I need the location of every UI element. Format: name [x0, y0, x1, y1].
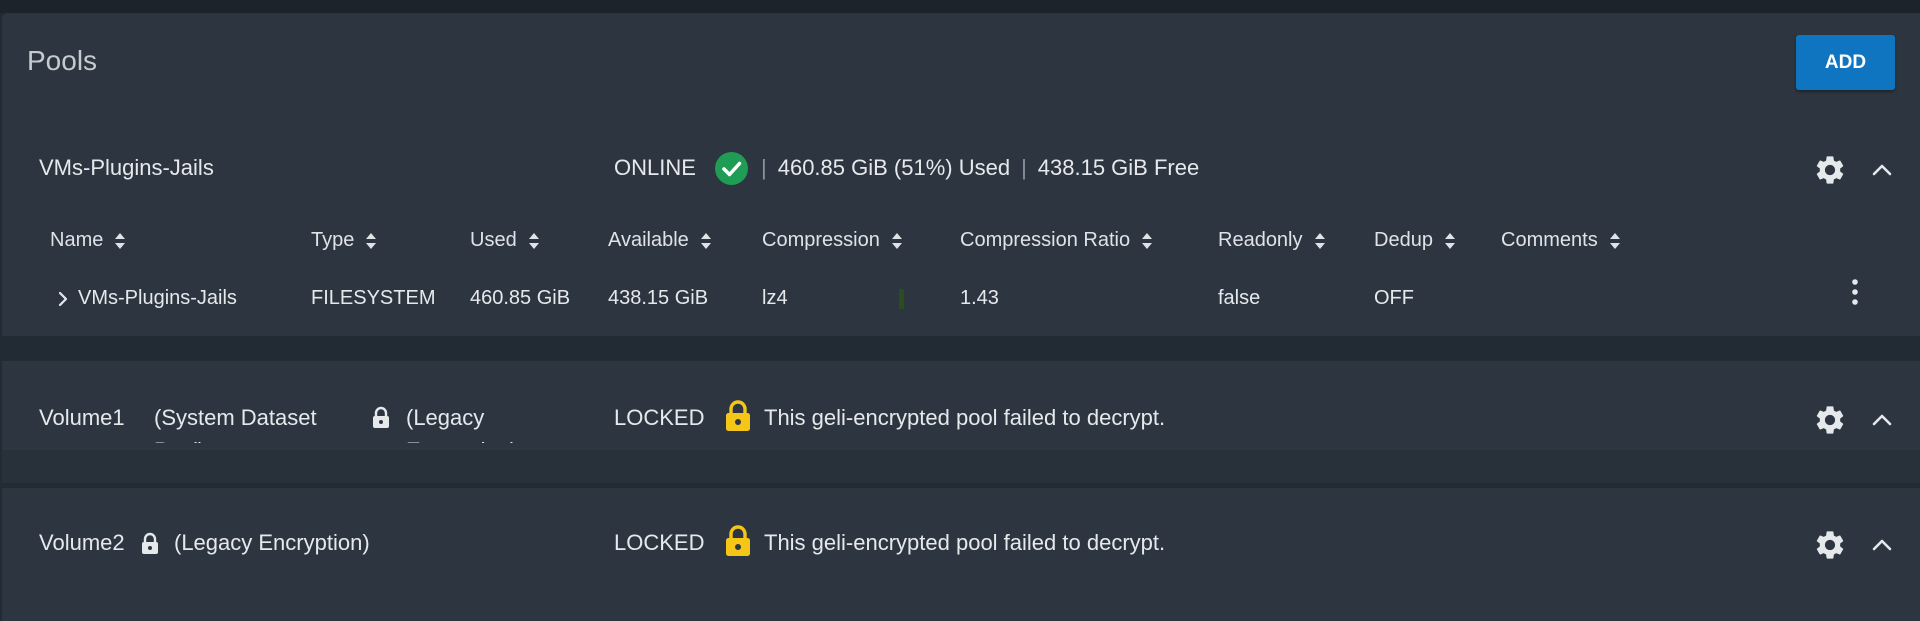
- lock-icon: [142, 532, 158, 554]
- cell-compression-ratio: 1.43: [960, 287, 999, 309]
- divider: |: [761, 155, 767, 180]
- cell-compression: lz4: [762, 287, 788, 309]
- pool-status: LOCKED: [614, 405, 705, 430]
- page-title: Pools: [27, 45, 98, 76]
- pool-usage: | 460.85 GiB (51%) Used | 438.15 GiB Free: [761, 155, 1199, 181]
- system-dataset-label: (System Dataset Pool): [154, 405, 317, 443]
- cell-type: FILESYSTEM: [311, 287, 436, 309]
- sort-icon: [1444, 232, 1455, 249]
- sort-icon: [700, 232, 711, 249]
- column-label: Comments: [1501, 229, 1598, 251]
- pool-free: 438.15 GiB Free: [1037, 155, 1200, 180]
- pools-card: Pools ADD VMs-Plugins-Jails ONLINE | 460.…: [2, 13, 1920, 621]
- check-circle-icon: [715, 152, 748, 185]
- column-header-dedup[interactable]: Dedup: [1374, 229, 1456, 252]
- column-header-available[interactable]: Available: [608, 229, 712, 252]
- legacy-encryption-label: (Legacy Encryption): [174, 530, 370, 555]
- column-label: Dedup: [1374, 229, 1433, 251]
- sort-icon: [528, 232, 539, 249]
- column-label: Type: [311, 229, 355, 251]
- sort-icon: [1142, 232, 1153, 249]
- column-header-compression-ratio[interactable]: Compression Ratio: [960, 229, 1153, 252]
- column-label: Name: [50, 229, 104, 251]
- pool-name: Volume2: [39, 530, 125, 555]
- chevron-up-icon[interactable]: [1869, 161, 1895, 179]
- pool-name: Volume1: [39, 405, 125, 430]
- pool-status: ONLINE: [614, 155, 696, 180]
- column-header-readonly[interactable]: Readonly: [1218, 229, 1326, 252]
- chevron-up-icon[interactable]: [1869, 536, 1895, 554]
- column-label: Compression Ratio: [960, 229, 1131, 251]
- lock-icon: [373, 406, 389, 428]
- cell-used: 460.85 GiB: [470, 287, 571, 309]
- gear-icon[interactable]: [1813, 403, 1847, 437]
- sort-icon: [891, 232, 902, 249]
- column-header-used[interactable]: Used: [470, 229, 540, 252]
- sort-icon: [115, 232, 126, 249]
- pool-panel: Volume2 (Legacy Encryption) LOCKED This …: [2, 488, 1920, 621]
- card-header: Pools ADD: [2, 13, 1920, 113]
- top-bar: [0, 0, 1920, 13]
- gear-icon[interactable]: [1813, 153, 1847, 187]
- add-pool-button[interactable]: ADD: [1796, 35, 1895, 90]
- column-label: Used: [470, 229, 517, 251]
- pool-footer-strip: [2, 450, 1920, 483]
- cell-name: VMs-Plugins-Jails: [78, 287, 237, 309]
- cell-dedup: OFF: [1374, 287, 1414, 309]
- pool-status: LOCKED: [614, 530, 705, 555]
- sort-icon: [1314, 232, 1325, 249]
- pool-divider: [2, 336, 1920, 361]
- sort-icon: [1609, 232, 1620, 249]
- chevron-up-icon[interactable]: [1869, 411, 1895, 429]
- legacy-encryption-label: (Legacy Encryption): [406, 405, 517, 443]
- chevron-right-icon[interactable]: [56, 290, 70, 308]
- lock-icon: [726, 400, 750, 431]
- column-header-type[interactable]: Type: [311, 229, 377, 252]
- column-header-compression[interactable]: Compression: [762, 229, 903, 252]
- compression-indicator: [899, 289, 904, 309]
- column-label: Readonly: [1218, 229, 1303, 251]
- pool-used: 460.85 GiB (51%) Used: [777, 155, 1011, 180]
- pool-name: VMs-Plugins-Jails: [39, 155, 214, 180]
- column-header-name[interactable]: Name: [50, 229, 126, 252]
- cell-readonly: false: [1218, 287, 1261, 309]
- more-vertical-icon[interactable]: [1850, 277, 1860, 307]
- column-label: Available: [608, 229, 689, 251]
- pool-panel: Volume1 (System Dataset Pool) (Legacy En…: [2, 361, 1920, 483]
- cell-available: 438.15 GiB: [608, 287, 709, 309]
- gear-icon[interactable]: [1813, 528, 1847, 562]
- pool-message: This geli-encrypted pool failed to decry…: [764, 405, 1166, 430]
- divider: |: [1021, 155, 1027, 180]
- pool-panel: VMs-Plugins-Jails ONLINE | 460.85 GiB (51…: [2, 113, 1920, 336]
- lock-icon: [726, 525, 750, 556]
- column-label: Compression: [762, 229, 880, 251]
- sort-icon: [366, 232, 377, 249]
- pool-message: This geli-encrypted pool failed to decry…: [764, 530, 1166, 555]
- column-header-comments[interactable]: Comments: [1501, 229, 1621, 252]
